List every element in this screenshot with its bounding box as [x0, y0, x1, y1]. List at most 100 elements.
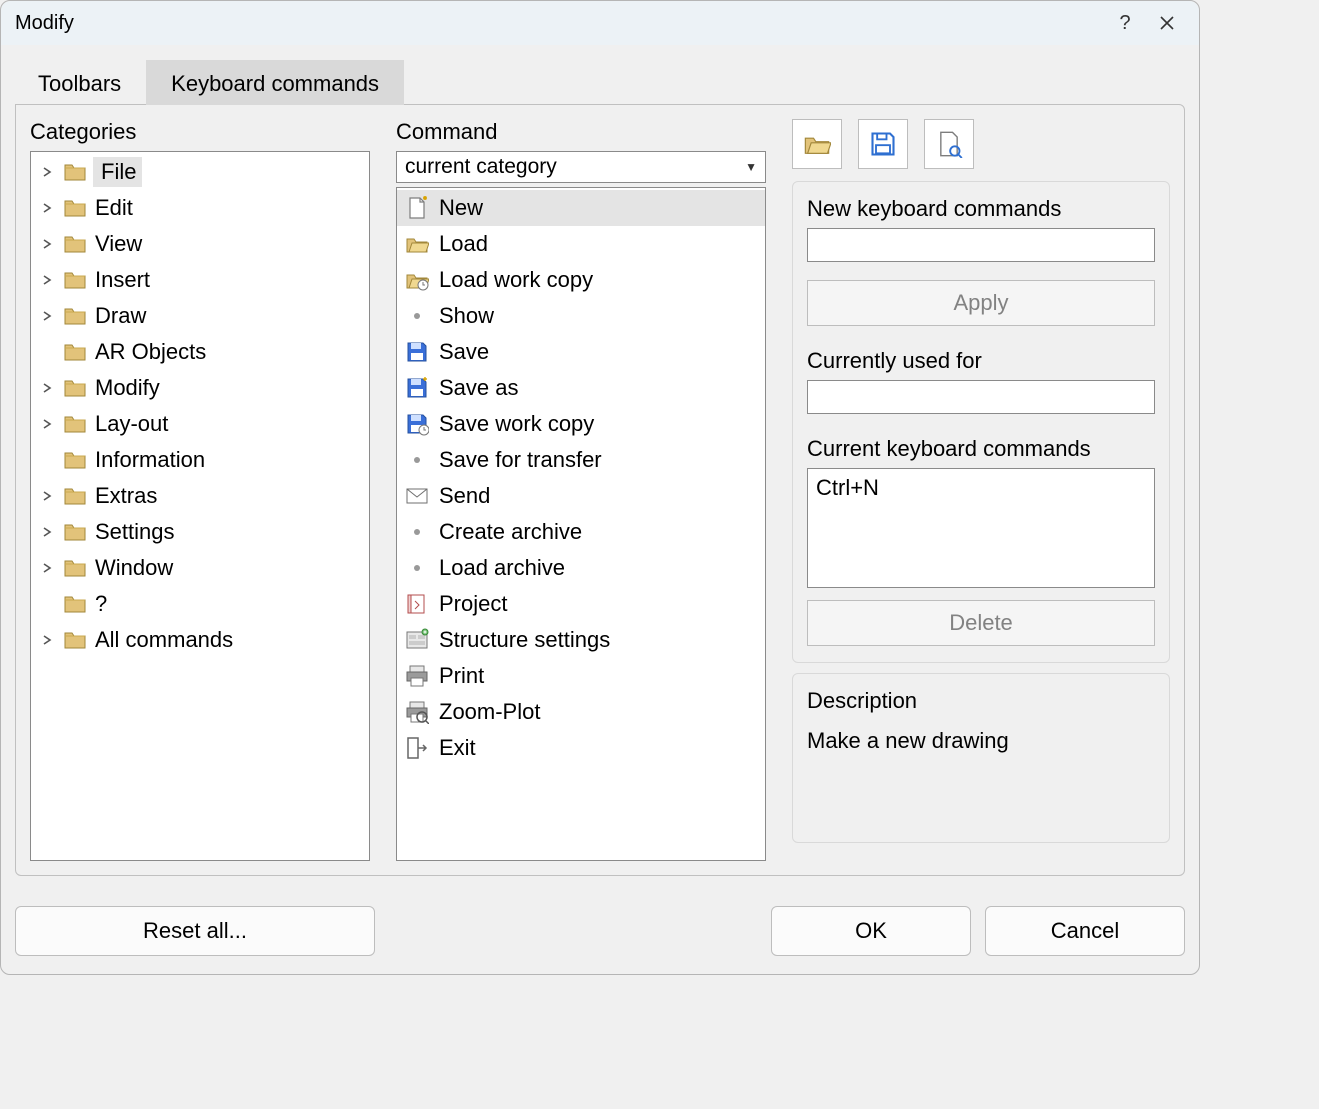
folder-icon — [63, 376, 87, 400]
expand-caret-icon[interactable] — [37, 162, 57, 182]
delete-button[interactable]: Delete — [807, 600, 1155, 646]
project-icon — [403, 592, 431, 616]
folder-icon — [63, 160, 87, 184]
category-item[interactable]: File — [31, 154, 369, 190]
category-label: Lay-out — [93, 411, 168, 437]
modify-dialog: Modify ? Toolbars Keyboard commands Cate… — [0, 0, 1200, 975]
command-item[interactable]: Load work copy — [397, 262, 765, 298]
command-label: Load archive — [437, 555, 565, 581]
expand-caret-icon[interactable] — [37, 522, 57, 542]
open-config-button[interactable] — [792, 119, 842, 169]
category-item[interactable]: Extras — [31, 478, 369, 514]
category-item[interactable]: ? — [31, 586, 369, 622]
cancel-button[interactable]: Cancel — [985, 906, 1185, 956]
command-label: Create archive — [437, 519, 582, 545]
tab-toolbars[interactable]: Toolbars — [13, 60, 146, 105]
apply-button[interactable]: Apply — [807, 280, 1155, 326]
description-group: Description Make a new drawing — [792, 673, 1170, 843]
command-item[interactable]: Exit — [397, 730, 765, 766]
folder-icon — [63, 304, 87, 328]
new-kb-label: New keyboard commands — [807, 196, 1155, 222]
command-item[interactable]: Structure settings — [397, 622, 765, 658]
reset-all-button[interactable]: Reset all... — [15, 906, 375, 956]
structure-icon — [403, 628, 431, 652]
folder-icon — [63, 412, 87, 436]
description-label: Description — [807, 688, 1155, 714]
expand-caret-icon[interactable] — [37, 486, 57, 506]
printer-icon — [403, 664, 431, 688]
expand-caret-icon[interactable] — [37, 378, 57, 398]
expand-caret-icon[interactable] — [37, 630, 57, 650]
category-label: Insert — [93, 267, 150, 293]
category-item[interactable]: Edit — [31, 190, 369, 226]
command-item[interactable]: Save — [397, 334, 765, 370]
command-filter-combo[interactable]: current category ▼ — [396, 151, 766, 183]
expand-caret-icon[interactable] — [37, 558, 57, 578]
category-item[interactable]: Draw — [31, 298, 369, 334]
category-item[interactable]: Information — [31, 442, 369, 478]
command-list[interactable]: NewLoadLoad work copyShowSaveSave asSave… — [396, 187, 766, 861]
command-item[interactable]: Zoom-Plot — [397, 694, 765, 730]
category-label: All commands — [93, 627, 233, 653]
dot-icon — [403, 457, 431, 463]
command-item[interactable]: Send — [397, 478, 765, 514]
command-label: Project — [437, 591, 507, 617]
category-item[interactable]: Settings — [31, 514, 369, 550]
command-item[interactable]: Load — [397, 226, 765, 262]
icon-toolbar — [792, 119, 1170, 169]
command-label: Load work copy — [437, 267, 593, 293]
category-item[interactable]: Modify — [31, 370, 369, 406]
category-item[interactable]: Window — [31, 550, 369, 586]
command-item[interactable]: Save as — [397, 370, 765, 406]
find-command-button[interactable] — [924, 119, 974, 169]
command-item[interactable]: Create archive — [397, 514, 765, 550]
tabstrip: Toolbars Keyboard commands — [1, 45, 1199, 104]
command-item[interactable]: Save for transfer — [397, 442, 765, 478]
command-item[interactable]: Save work copy — [397, 406, 765, 442]
zoomprint-icon — [403, 700, 431, 724]
expand-caret-icon[interactable] — [37, 414, 57, 434]
categories-tree[interactable]: File EditView Insert Draw AR Objects Modify La… — [30, 151, 370, 861]
save-config-button[interactable] — [858, 119, 908, 169]
category-label: File — [99, 159, 136, 184]
command-label: Save for transfer — [437, 447, 602, 473]
new-kb-input[interactable] — [807, 228, 1155, 262]
category-label: Window — [93, 555, 173, 581]
category-item[interactable]: Lay-out — [31, 406, 369, 442]
command-label: Show — [437, 303, 494, 329]
category-label: Extras — [93, 483, 157, 509]
expand-caret-icon[interactable] — [37, 270, 57, 290]
current-kb-list[interactable]: Ctrl+N — [807, 468, 1155, 588]
command-item[interactable]: Project — [397, 586, 765, 622]
combo-text: current category — [405, 155, 557, 179]
category-label: AR Objects — [93, 339, 206, 365]
command-item[interactable]: Show — [397, 298, 765, 334]
expand-caret-icon[interactable] — [37, 306, 57, 326]
expand-caret-icon[interactable] — [37, 198, 57, 218]
folder-icon — [63, 340, 87, 364]
category-item[interactable]: Insert — [31, 262, 369, 298]
category-item[interactable]: AR Objects — [31, 334, 369, 370]
floppyclock-icon — [403, 412, 431, 436]
ok-button[interactable]: OK — [771, 906, 971, 956]
command-label: Structure settings — [437, 627, 610, 653]
command-item[interactable]: Load archive — [397, 550, 765, 586]
titlebar: Modify ? — [1, 1, 1199, 45]
command-label: Send — [437, 483, 490, 509]
folder-icon — [63, 556, 87, 580]
expand-caret-icon[interactable] — [37, 234, 57, 254]
chevron-down-icon: ▼ — [745, 160, 757, 174]
category-item[interactable]: All commands — [31, 622, 369, 658]
category-item[interactable]: View — [31, 226, 369, 262]
command-item[interactable]: New — [397, 190, 765, 226]
folderclock-icon — [403, 268, 431, 292]
categories-label: Categories — [30, 119, 370, 145]
help-button[interactable]: ? — [1107, 5, 1143, 41]
command-item[interactable]: Print — [397, 658, 765, 694]
folder-icon — [403, 232, 431, 256]
description-text: Make a new drawing — [807, 728, 1155, 754]
close-button[interactable] — [1149, 5, 1185, 41]
dialog-title: Modify — [15, 12, 1101, 35]
dot-icon — [403, 313, 431, 319]
tab-keyboard-commands[interactable]: Keyboard commands — [146, 60, 404, 105]
